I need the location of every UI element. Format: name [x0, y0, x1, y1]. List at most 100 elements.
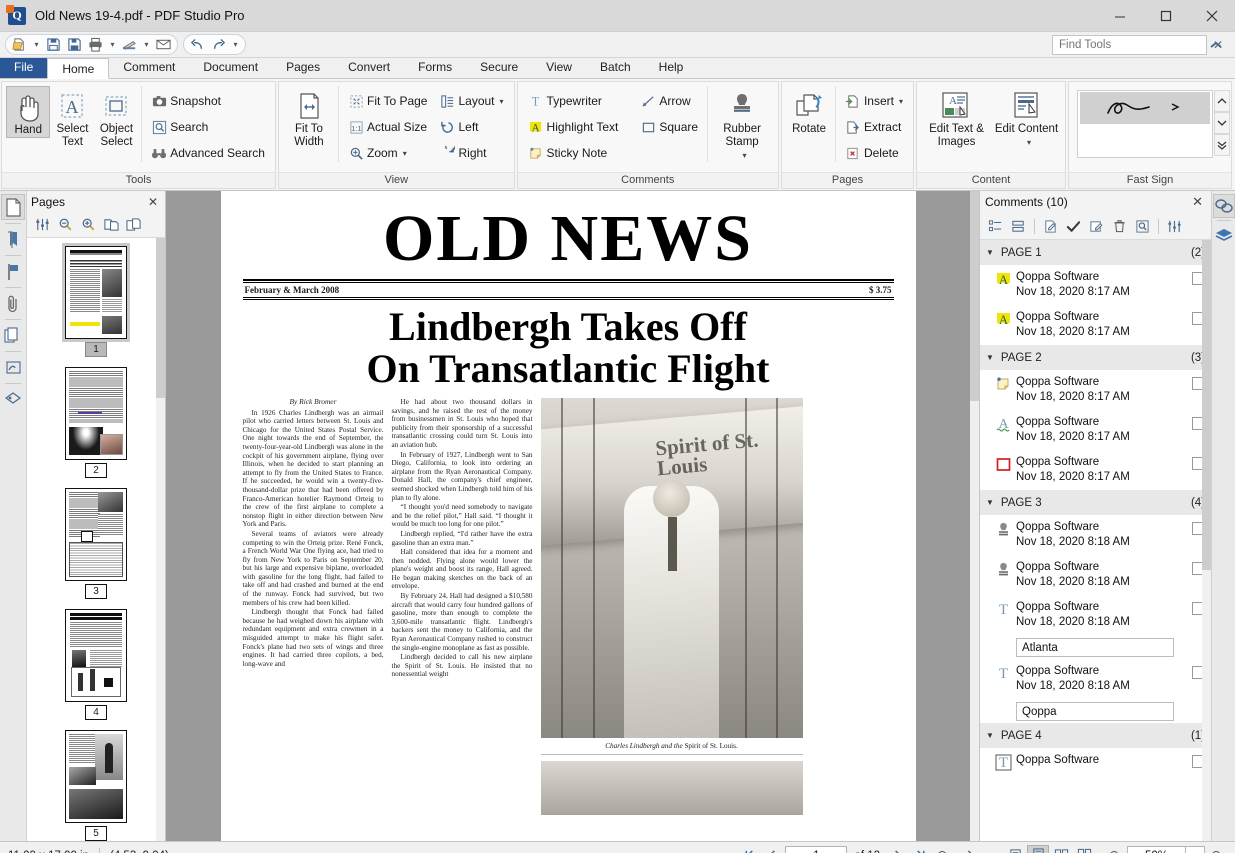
- view-mode-continuous-icon[interactable]: [1027, 845, 1049, 853]
- rail-signature-icon[interactable]: [1, 354, 25, 380]
- page-thumbnail-list[interactable]: 1 2 3: [27, 238, 165, 841]
- tab-file[interactable]: File: [0, 57, 47, 78]
- comments-scrollbar[interactable]: [1202, 240, 1211, 841]
- comments-group-header[interactable]: ▼ PAGE 4 (1): [980, 723, 1211, 748]
- page-thumbnail-item[interactable]: 2: [27, 367, 165, 478]
- email-icon[interactable]: [153, 35, 174, 54]
- filter-icon[interactable]: [1164, 216, 1185, 237]
- print-chevron-down-icon[interactable]: ▾: [106, 35, 119, 54]
- object-select-tool-button[interactable]: Object Select: [94, 86, 138, 149]
- document-scrollbar-thumb[interactable]: [970, 191, 979, 401]
- new-comment-icon[interactable]: [1040, 216, 1061, 237]
- comment-reply-input[interactable]: [1016, 702, 1174, 721]
- comment-item[interactable]: A Qoppa SoftwareNov 18, 2020 8:17 AM: [980, 305, 1211, 345]
- print-icon[interactable]: [85, 35, 106, 54]
- comment-reply-input[interactable]: [1016, 638, 1174, 657]
- check-icon[interactable]: [1063, 216, 1084, 237]
- redo-view-icon[interactable]: [956, 846, 976, 853]
- select-text-tool-button[interactable]: A Select Text: [50, 86, 94, 149]
- find-comment-icon[interactable]: [1132, 216, 1153, 237]
- page-thumbnail-5[interactable]: [65, 730, 127, 823]
- sticky-note-button[interactable]: Sticky Note: [522, 140, 625, 166]
- close-button[interactable]: [1189, 0, 1235, 32]
- edit-comment-icon[interactable]: [1086, 216, 1107, 237]
- find-tools-input[interactable]: [1053, 39, 1213, 51]
- document-scrollbar[interactable]: [970, 191, 979, 841]
- pages-scrollbar[interactable]: [156, 238, 165, 841]
- tab-comment[interactable]: Comment: [109, 57, 189, 78]
- rail-comments-icon[interactable]: [1213, 194, 1235, 218]
- save-icon[interactable]: [43, 35, 64, 54]
- tab-pages[interactable]: Pages: [272, 57, 334, 78]
- signature-scroll-more-button[interactable]: [1214, 134, 1230, 156]
- pages-panel-close-icon[interactable]: ✕: [145, 195, 161, 209]
- zoom-in-button[interactable]: [1207, 846, 1227, 853]
- open-icon[interactable]: [9, 35, 30, 54]
- rail-layers-icon[interactable]: [1, 386, 25, 412]
- arrow-button[interactable]: Arrow: [634, 88, 704, 114]
- tab-document[interactable]: Document: [189, 57, 272, 78]
- pages-zoom-in-icon[interactable]: [78, 215, 98, 235]
- square-button[interactable]: Square: [634, 114, 704, 140]
- edit-content-chevron-down-icon[interactable]: ▾: [1027, 136, 1031, 149]
- view-mode-single-page-icon[interactable]: [1004, 845, 1026, 853]
- tab-help[interactable]: Help: [645, 57, 698, 78]
- tab-view[interactable]: View: [532, 57, 586, 78]
- redo-icon[interactable]: [208, 35, 229, 54]
- save-as-icon[interactable]: [64, 35, 85, 54]
- ribbon-collapse-chevron-up-icon[interactable]: [1209, 40, 1231, 50]
- zoom-level-value[interactable]: 50%: [1127, 846, 1185, 853]
- comment-item[interactable]: Qoppa SoftwareNov 18, 2020 8:17 AM: [980, 450, 1211, 490]
- pages-scrollbar-thumb[interactable]: [156, 238, 165, 398]
- pages-settings-icon[interactable]: [32, 215, 52, 235]
- tab-forms[interactable]: Forms: [404, 57, 466, 78]
- snapshot-button[interactable]: Snapshot: [145, 88, 271, 114]
- rail-layers-stack-icon[interactable]: [1213, 223, 1235, 247]
- minimize-button[interactable]: [1097, 0, 1143, 32]
- comments-scrollbar-thumb[interactable]: [1202, 240, 1211, 570]
- rail-flag-icon[interactable]: [1, 258, 25, 284]
- comments-panel-close-icon[interactable]: ✕: [1189, 194, 1206, 210]
- edit-text-images-button[interactable]: A Edit Text & Images: [921, 86, 992, 149]
- zoom-out-button[interactable]: [1105, 846, 1125, 853]
- tab-batch[interactable]: Batch: [586, 57, 645, 78]
- document-viewer[interactable]: OLD NEWS February & March 2008 $ 3.75 Li…: [166, 191, 979, 841]
- undo-icon[interactable]: [187, 35, 208, 54]
- page-thumbnail-item[interactable]: 1: [27, 246, 165, 357]
- chevron-down-icon[interactable]: ▼: [986, 353, 994, 362]
- layout-button[interactable]: Layout ▾: [433, 88, 509, 114]
- comments-list[interactable]: ▼ PAGE 1 (2) A Qoppa SoftwareNov 18, 202…: [980, 240, 1211, 841]
- page-thumbnail-3[interactable]: [65, 488, 127, 581]
- comments-group-header[interactable]: ▼ PAGE 1 (2): [980, 240, 1211, 265]
- page-thumbnail-4[interactable]: [65, 609, 127, 702]
- comment-item[interactable]: Qoppa SoftwareNov 18, 2020 8:17 AM: [980, 370, 1211, 410]
- page-thumbnail-item[interactable]: 4: [27, 609, 165, 720]
- typewriter-button[interactable]: T Typewriter: [522, 88, 625, 114]
- tab-convert[interactable]: Convert: [334, 57, 404, 78]
- zoom-chevron-down-icon[interactable]: [1185, 846, 1205, 853]
- scan-icon[interactable]: [119, 35, 140, 54]
- signature-thumbnail[interactable]: [1080, 92, 1210, 124]
- delete-page-button[interactable]: Delete: [839, 140, 909, 166]
- insert-chevron-down-icon[interactable]: ▾: [899, 97, 903, 106]
- comment-item[interactable]: T Qoppa SoftwareNov 18, 2020 8:18 AM: [980, 595, 1211, 635]
- find-tools-box[interactable]: ✕: [1052, 35, 1207, 55]
- pages-zoom-out-icon[interactable]: [55, 215, 75, 235]
- page-thumbnail-item[interactable]: 3: [27, 488, 165, 599]
- advanced-search-button[interactable]: Advanced Search: [145, 140, 271, 166]
- tab-secure[interactable]: Secure: [466, 57, 532, 78]
- expand-all-icon[interactable]: [985, 216, 1006, 237]
- comment-item[interactable]: Qoppa SoftwareNov 18, 2020 8:18 AM: [980, 555, 1211, 595]
- next-page-button[interactable]: [887, 846, 907, 853]
- chevron-down-icon[interactable]: ▼: [986, 498, 994, 507]
- tab-home[interactable]: Home: [47, 58, 109, 79]
- comments-group-header[interactable]: ▼ PAGE 2 (3): [980, 345, 1211, 370]
- collapse-all-icon[interactable]: [1008, 216, 1029, 237]
- scan-chevron-down-icon[interactable]: ▾: [140, 35, 153, 54]
- signature-list[interactable]: [1077, 90, 1213, 158]
- comment-item[interactable]: T Qoppa SoftwareNov 18, 2020 8:18 AM: [980, 659, 1211, 699]
- previous-page-button[interactable]: [762, 846, 782, 853]
- undo-chevron-down-icon[interactable]: ▾: [229, 35, 242, 54]
- chevron-down-icon[interactable]: ▼: [986, 248, 994, 257]
- signature-scroll-down-button[interactable]: [1214, 112, 1230, 134]
